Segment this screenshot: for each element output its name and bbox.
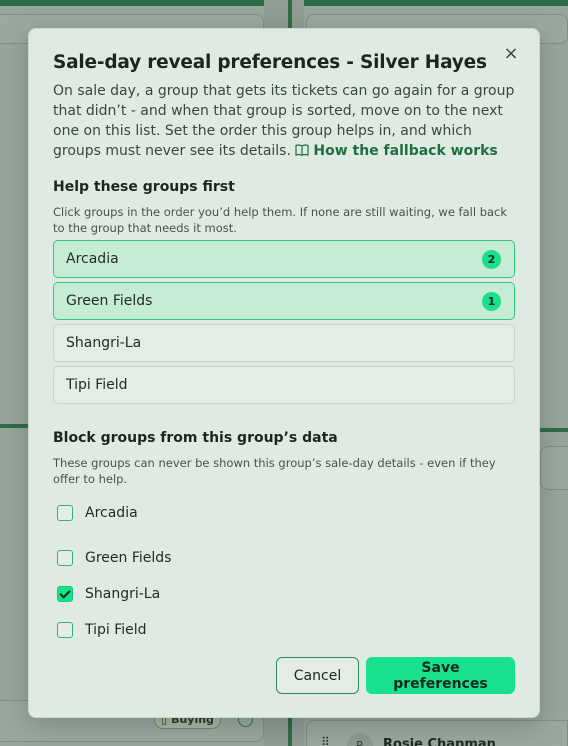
block-checkbox[interactable] — [57, 622, 73, 638]
block-option-arcadia[interactable]: Arcadia — [53, 504, 515, 522]
person-name: Rosie Chapman — [383, 737, 496, 746]
block-checkbox-checked[interactable] — [57, 586, 73, 602]
fallback-help-link[interactable]: How the fallback works — [295, 143, 498, 159]
block-option-label: Green Fields — [85, 550, 172, 566]
rank-badge: 1 — [482, 292, 501, 311]
background-accent-line — [0, 424, 30, 428]
help-option-tipi-field[interactable]: Tipi Field — [53, 366, 515, 404]
save-preferences-button[interactable]: Save preferences — [366, 657, 515, 694]
help-option-shangri-la[interactable]: Shangri-La — [53, 324, 515, 362]
dialog-title: Sale-day reveal preferences - Silver Hay… — [53, 52, 487, 73]
background-card — [540, 446, 568, 490]
help-option-label: Shangri-La — [66, 335, 142, 351]
help-option-label: Tipi Field — [66, 377, 128, 393]
block-option-green-fields[interactable]: Green Fields — [53, 540, 515, 576]
help-order-list: Arcadia 2 Green Fields 1 Shangri-La Tipi… — [53, 240, 515, 404]
help-option-label: Green Fields — [66, 293, 153, 309]
help-section-description: Click groups in the order you’d help the… — [53, 205, 508, 235]
dialog-footer: Cancel Save preferences — [276, 657, 515, 694]
background-accent-line — [538, 428, 568, 432]
block-option-label: Arcadia — [85, 505, 138, 521]
block-option-label: Tipi Field — [85, 622, 147, 638]
block-section-title: Block groups from this group’s data — [53, 430, 338, 446]
help-option-label: Arcadia — [66, 251, 119, 267]
help-option-green-fields[interactable]: Green Fields 1 — [53, 282, 515, 320]
background-topbar-left — [0, 0, 264, 6]
block-checkbox[interactable] — [57, 550, 73, 566]
close-button[interactable]: × — [501, 44, 521, 64]
background-person-row: ⠿ R Rosie Chapman — [306, 720, 568, 746]
avatar: R — [347, 733, 373, 746]
block-section-description: These groups can never be shown this gro… — [53, 456, 496, 486]
block-option-shangri-la[interactable]: Shangri-La — [53, 576, 515, 612]
cancel-button[interactable]: Cancel — [276, 657, 359, 694]
drag-handle-icon: ⠿ — [321, 735, 330, 746]
block-option-tipi-field[interactable]: Tipi Field — [53, 612, 515, 648]
help-option-arcadia[interactable]: Arcadia 2 — [53, 240, 515, 278]
rank-badge: 2 — [482, 250, 501, 269]
block-checkbox[interactable] — [57, 505, 73, 521]
book-icon — [295, 144, 309, 156]
fallback-help-link-label: How the fallback works — [313, 143, 498, 159]
help-section-title: Help these groups first — [53, 179, 235, 195]
reveal-preferences-dialog: × Sale-day reveal preferences - Silver H… — [28, 28, 540, 718]
block-option-label: Shangri-La — [85, 586, 161, 602]
background-topbar-right — [304, 0, 568, 6]
dialog-intro: On sale day, a group that gets its ticke… — [53, 81, 523, 161]
block-list: Arcadia Green Fields Shangri-La Tipi Fie… — [53, 504, 515, 648]
